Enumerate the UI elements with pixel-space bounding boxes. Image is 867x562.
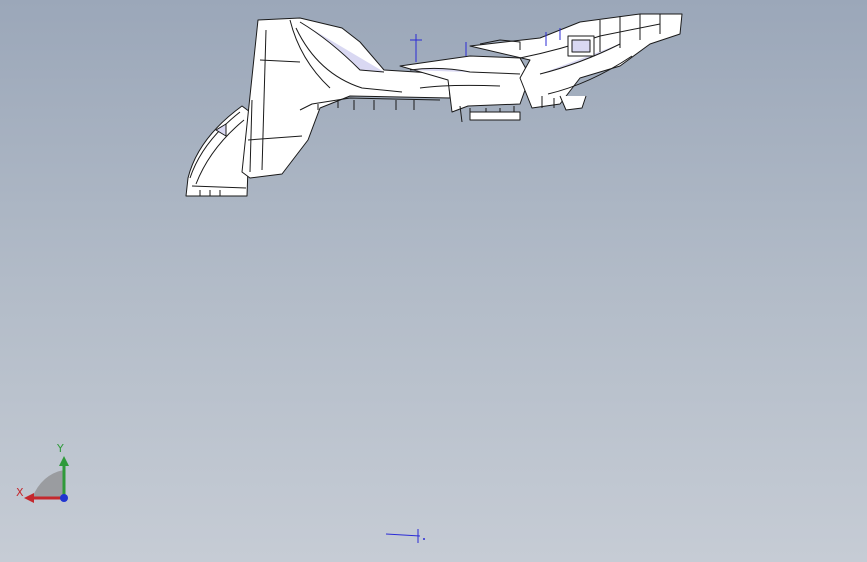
graphics-viewport[interactable]: X Y [0, 0, 867, 562]
origin-icon [385, 529, 425, 543]
x-axis-arrow [24, 493, 34, 503]
coordinate-triad: X Y [12, 440, 76, 508]
part-body [185, 13, 683, 197]
x-axis-label: X [16, 486, 24, 499]
triad-plane [32, 470, 64, 498]
y-axis-arrow [59, 456, 69, 466]
y-axis-label: Y [57, 442, 64, 455]
left-outlet [185, 105, 251, 197]
z-axis-dot [60, 494, 68, 502]
main-duct [241, 17, 451, 179]
part-model[interactable] [0, 0, 867, 230]
